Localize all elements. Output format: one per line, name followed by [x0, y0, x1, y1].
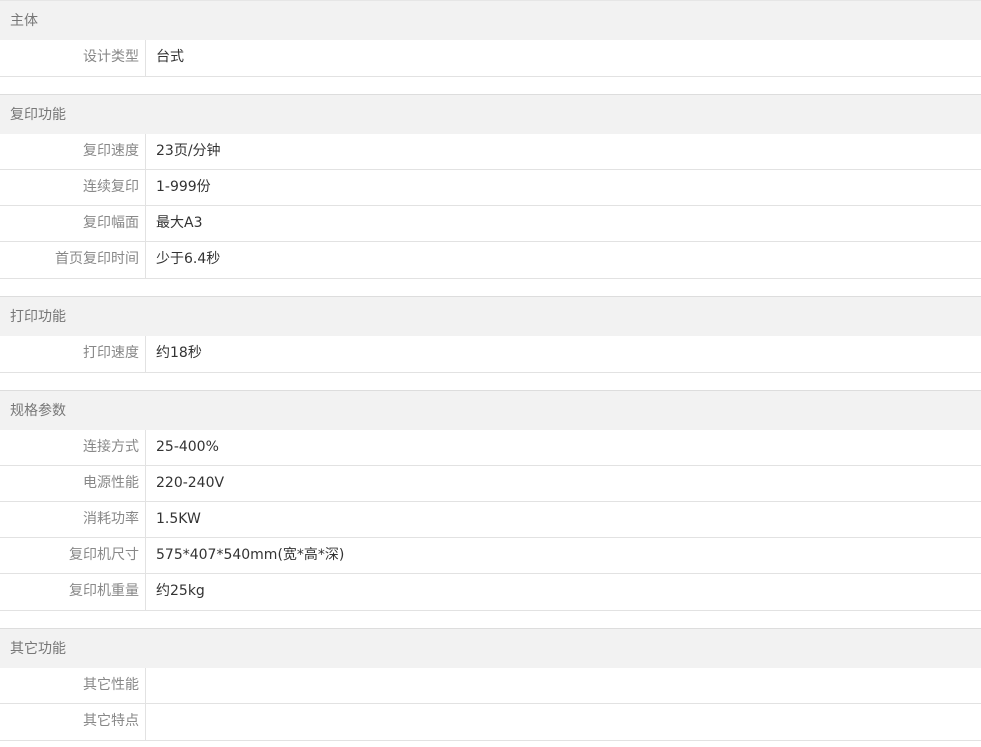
section-title: 其它功能	[0, 628, 981, 668]
section-gap	[0, 373, 981, 390]
section-title: 主体	[0, 0, 981, 40]
spec-row: 复印机重量 约25kg	[0, 574, 981, 610]
spec-row: 连接方式 25-400%	[0, 430, 981, 466]
section-main: 主体 设计类型 台式	[0, 0, 981, 77]
section-title: 打印功能	[0, 296, 981, 336]
spec-value	[146, 704, 156, 740]
spec-label: 连续复印	[0, 170, 146, 205]
spec-row: 首页复印时间 少于6.4秒	[0, 242, 981, 278]
spec-row: 复印速度 23页/分钟	[0, 134, 981, 170]
spec-value: 最大A3	[156, 215, 203, 231]
spec-value: 220-240V	[156, 475, 225, 491]
spec-row: 其它性能	[0, 668, 981, 704]
spec-value: 25-400%	[156, 439, 219, 455]
spec-value	[146, 668, 156, 703]
spec-label: 首页复印时间	[0, 242, 146, 278]
section-title: 规格参数	[0, 390, 981, 430]
spec-label: 电源性能	[0, 466, 146, 501]
spec-label: 复印幅面	[0, 206, 146, 241]
section-other: 其它功能 其它性能 其它特点	[0, 628, 981, 741]
spec-value: 约25kg	[156, 583, 205, 599]
spec-label: 设计类型	[0, 40, 146, 76]
spec-value: 1-999份	[156, 179, 211, 195]
section-title: 复印功能	[0, 94, 981, 134]
spec-row: 电源性能 220-240V	[0, 466, 981, 502]
section-specs: 规格参数 连接方式 25-400% 电源性能 220-240V 消耗功率 1.5…	[0, 390, 981, 611]
spec-table: 主体 设计类型 台式 复印功能 复印速度 23页/分钟 连续复印 1-999份 …	[0, 0, 981, 741]
spec-row: 其它特点	[0, 704, 981, 740]
spec-row: 复印幅面 最大A3	[0, 206, 981, 242]
section-gap	[0, 77, 981, 94]
spec-label: 复印速度	[0, 134, 146, 169]
spec-label: 复印机尺寸	[0, 538, 146, 573]
spec-row: 打印速度 约18秒	[0, 336, 981, 372]
spec-row: 消耗功率 1.5KW	[0, 502, 981, 538]
spec-value: 1.5KW	[156, 511, 201, 527]
spec-row: 复印机尺寸 575*407*540mm(宽*高*深)	[0, 538, 981, 574]
spec-value: 约18秒	[156, 345, 202, 361]
section-gap	[0, 279, 981, 296]
spec-label: 消耗功率	[0, 502, 146, 537]
spec-label: 其它性能	[0, 668, 146, 703]
spec-label: 其它特点	[0, 704, 146, 740]
section-gap	[0, 611, 981, 628]
section-print: 打印功能 打印速度 约18秒	[0, 296, 981, 373]
spec-value: 少于6.4秒	[156, 251, 221, 267]
spec-value: 23页/分钟	[156, 143, 221, 159]
spec-label: 连接方式	[0, 430, 146, 465]
spec-label: 复印机重量	[0, 574, 146, 610]
section-copy: 复印功能 复印速度 23页/分钟 连续复印 1-999份 复印幅面 最大A3 首…	[0, 94, 981, 279]
spec-value: 台式	[156, 49, 184, 65]
spec-row: 连续复印 1-999份	[0, 170, 981, 206]
spec-value: 575*407*540mm(宽*高*深)	[156, 547, 345, 563]
spec-row: 设计类型 台式	[0, 40, 981, 76]
spec-label: 打印速度	[0, 336, 146, 372]
